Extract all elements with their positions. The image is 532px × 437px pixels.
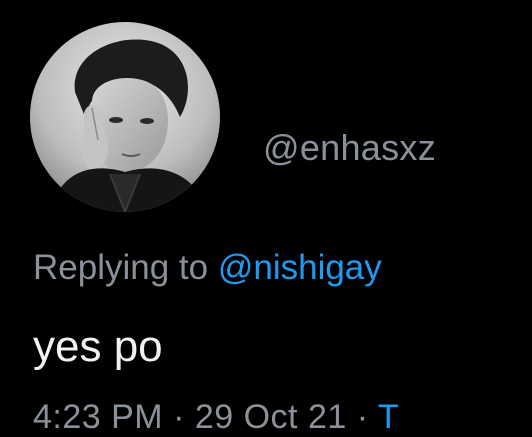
reply-mention-link[interactable]: @nishigay bbox=[218, 248, 382, 287]
source-link[interactable]: T bbox=[378, 398, 399, 436]
profile-photo-avatar bbox=[30, 22, 220, 212]
timestamp-text: 4:23 PM · 29 Oct 21 · bbox=[33, 398, 378, 436]
username-handle[interactable]: @enhasxz bbox=[263, 127, 436, 169]
tweet-text: yes po bbox=[33, 322, 163, 371]
tweet-card: @enhasxz Replying to @nishigay yes po 4:… bbox=[0, 0, 532, 436]
tweet-timestamp[interactable]: 4:23 PM · 29 Oct 21 · T bbox=[33, 398, 399, 437]
replying-to-label: Replying to bbox=[33, 248, 218, 287]
avatar[interactable] bbox=[30, 22, 220, 212]
replying-to-line: Replying to @nishigay bbox=[33, 248, 382, 288]
